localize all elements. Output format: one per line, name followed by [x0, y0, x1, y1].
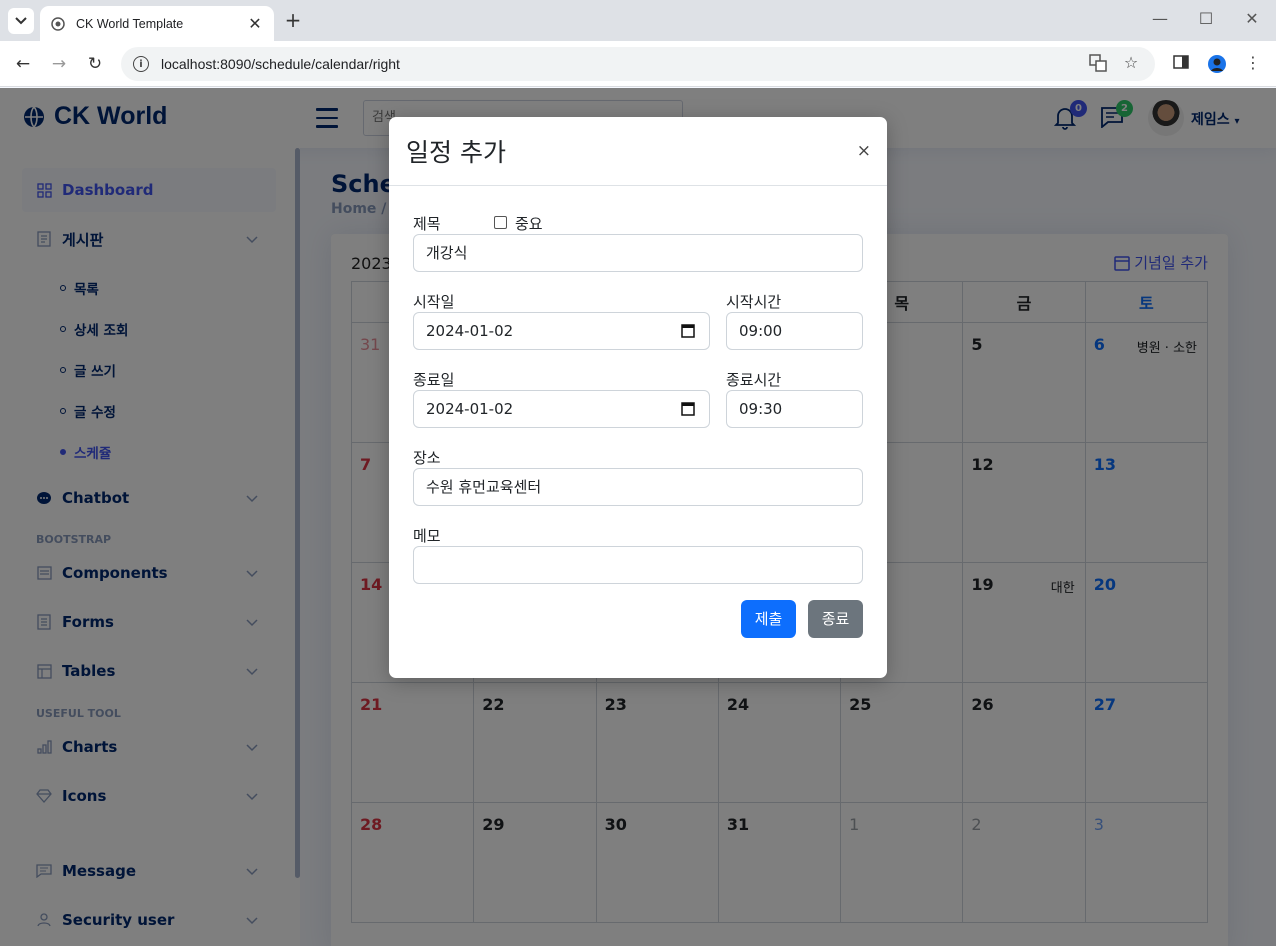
important-checkbox[interactable]	[494, 216, 507, 229]
reload-icon[interactable]: ↻	[84, 53, 106, 75]
minimize-icon[interactable]: —	[1150, 9, 1170, 28]
start-date-label: 시작일	[413, 293, 455, 311]
add-schedule-modal: 일정 추가 × 제목 중요 개강식 시작일 시작시간 2024-01-02 09…	[389, 117, 887, 678]
browser-toolbar: ← → ↻ i localhost:8090/schedule/calendar…	[0, 41, 1276, 87]
translate-icon[interactable]	[1088, 54, 1108, 74]
more-menu-icon[interactable]: ⋮	[1243, 53, 1263, 73]
address-bar[interactable]: i localhost:8090/schedule/calendar/right	[121, 47, 1155, 81]
modal-header: 일정 추가 ×	[389, 117, 887, 186]
submit-button[interactable]: 제출	[741, 600, 796, 638]
window-close-icon[interactable]: ✕	[1242, 9, 1262, 28]
back-arrow-icon[interactable]: ←	[12, 53, 34, 75]
place-input[interactable]: 수원 휴먼교육센터	[413, 468, 863, 506]
browser-tab[interactable]: CK World Template ✕	[40, 6, 274, 41]
memo-input[interactable]	[413, 546, 863, 584]
close-tab-icon[interactable]: ✕	[246, 14, 264, 33]
end-time-label: 종료시간	[726, 371, 782, 389]
end-date-input[interactable]: 2024-01-02	[413, 390, 710, 428]
maximize-icon[interactable]: ☐	[1196, 9, 1216, 28]
profile-icon[interactable]	[1207, 54, 1227, 74]
end-date-value: 2024-01-02	[426, 400, 514, 418]
important-label: 중요	[515, 215, 543, 233]
site-info-icon[interactable]: i	[133, 56, 149, 72]
browser-tabstrip: CK World Template ✕ + — ☐ ✕	[0, 0, 1276, 41]
close-modal-button[interactable]: 종료	[808, 600, 863, 638]
forward-arrow-icon[interactable]: →	[48, 53, 70, 75]
bookmark-star-icon[interactable]: ☆	[1121, 53, 1141, 73]
url-text: localhost:8090/schedule/calendar/right	[161, 56, 400, 72]
tab-title: CK World Template	[76, 16, 184, 31]
end-time-input[interactable]: 09:30	[726, 390, 863, 428]
new-tab-button[interactable]: +	[283, 9, 303, 31]
end-date-label: 종료일	[413, 371, 455, 389]
start-date-input[interactable]: 2024-01-02	[413, 312, 710, 350]
modal-title: 일정 추가	[406, 138, 506, 167]
title-input[interactable]: 개강식	[413, 234, 863, 272]
close-icon[interactable]: ×	[857, 141, 871, 161]
start-date-value: 2024-01-02	[426, 322, 514, 340]
place-label: 장소	[413, 449, 441, 467]
start-time-input[interactable]: 09:00	[726, 312, 863, 350]
calendar-picker-icon[interactable]	[681, 323, 695, 338]
start-time-label: 시작시간	[726, 293, 782, 311]
memo-label: 메모	[413, 527, 441, 545]
title-label: 제목	[413, 215, 441, 233]
tab-search-button[interactable]	[8, 8, 34, 34]
side-panel-icon[interactable]	[1171, 54, 1191, 74]
globe-icon	[50, 16, 66, 32]
chevron-down-icon	[15, 17, 27, 25]
calendar-picker-icon[interactable]	[681, 401, 695, 416]
